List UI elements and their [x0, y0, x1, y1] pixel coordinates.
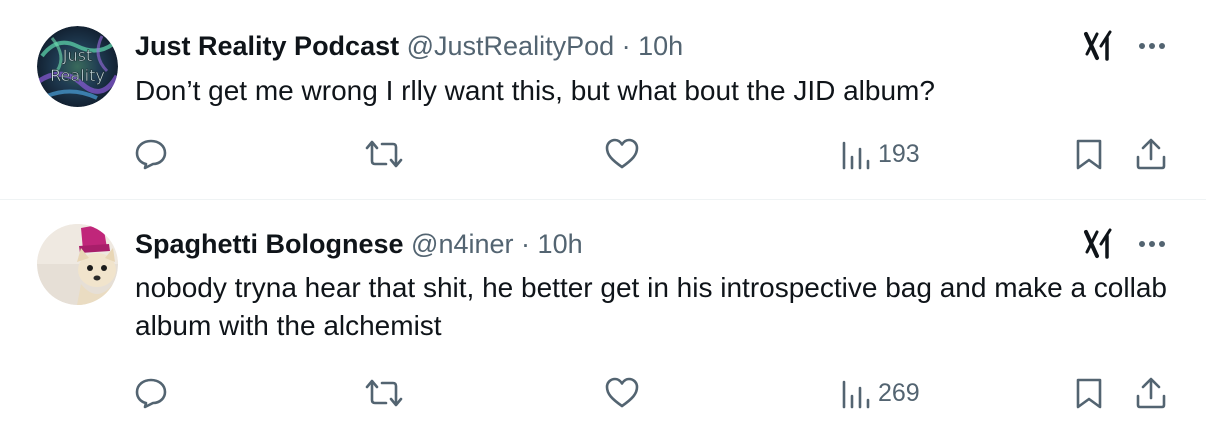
svg-text:Just: Just	[62, 46, 92, 65]
like-icon	[605, 377, 639, 408]
share-button[interactable]	[1134, 137, 1168, 171]
reply-button[interactable]	[134, 376, 168, 410]
tweet-header: Just Reality Podcast @JustRealityPod · 1…	[135, 30, 1066, 62]
more-icon[interactable]	[1134, 28, 1170, 64]
avatar[interactable]: Just Reality	[37, 26, 118, 107]
reply-feed: Just Reality Just Reality Podcast @JustR…	[0, 0, 1206, 436]
grok-icon[interactable]	[1080, 28, 1116, 64]
views-count: 269	[878, 378, 920, 407]
bookmark-icon	[1076, 378, 1102, 409]
bookmark-button[interactable]	[1073, 137, 1105, 171]
share-icon	[1136, 377, 1166, 409]
separator-dot: ·	[521, 229, 531, 259]
views-count: 193	[878, 139, 920, 168]
user-handle[interactable]: @JustRealityPod	[407, 31, 615, 61]
avatar-image: Just Reality	[37, 26, 118, 107]
user-handle[interactable]: @n4iner	[411, 229, 513, 259]
like-button[interactable]	[604, 376, 640, 410]
views-icon	[842, 380, 870, 409]
reply-button[interactable]	[134, 137, 168, 171]
timestamp[interactable]: 10h	[638, 31, 683, 61]
tweet[interactable]: Spaghetti Bolognese @n4iner · 10h nobody…	[0, 200, 1206, 436]
share-icon	[1136, 138, 1166, 170]
bookmark-button[interactable]	[1073, 376, 1105, 410]
tweet[interactable]: Just Reality Just Reality Podcast @JustR…	[0, 0, 1206, 200]
retweet-button[interactable]	[364, 376, 404, 410]
retweet-icon	[365, 379, 403, 407]
avatar-image	[37, 224, 118, 305]
share-button[interactable]	[1134, 376, 1168, 410]
timestamp[interactable]: 10h	[538, 229, 583, 259]
tweet-text: Don’t get me wrong I rlly want this, but…	[135, 75, 935, 106]
retweet-button[interactable]	[364, 137, 404, 171]
display-name[interactable]: Spaghetti Bolognese	[135, 229, 404, 259]
bookmark-icon	[1076, 139, 1102, 170]
tweet-text: nobody tryna hear that shit, he better g…	[135, 272, 1167, 341]
reply-icon	[135, 378, 167, 409]
like-icon	[605, 138, 639, 169]
grok-icon[interactable]	[1080, 226, 1116, 262]
views-button[interactable]: 193	[838, 137, 920, 171]
retweet-icon	[365, 140, 403, 168]
svg-text:Reality: Reality	[50, 66, 105, 85]
like-button[interactable]	[604, 137, 640, 171]
reply-icon	[135, 139, 167, 170]
views-icon	[842, 141, 870, 170]
display-name[interactable]: Just Reality Podcast	[135, 31, 399, 61]
avatar[interactable]	[37, 224, 118, 305]
more-icon[interactable]	[1134, 226, 1170, 262]
views-button[interactable]: 269	[838, 376, 920, 410]
tweet-header: Spaghetti Bolognese @n4iner · 10h	[135, 228, 1066, 260]
separator-dot: ·	[621, 31, 631, 61]
